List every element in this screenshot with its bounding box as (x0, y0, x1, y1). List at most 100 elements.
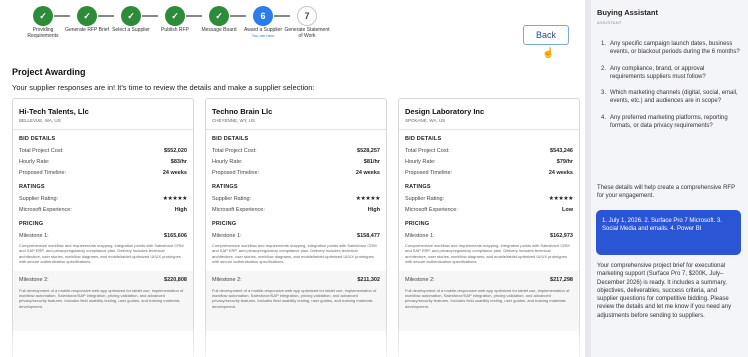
milestone-value: $211,302 (357, 277, 380, 284)
check-icon: ✓ (33, 6, 53, 26)
milestone-value: $165,606 (164, 232, 187, 239)
experience-row: Microsoft Experience: High (212, 204, 380, 215)
experience-value: High (367, 206, 380, 213)
hand-cursor-icon: ☝ (542, 48, 555, 59)
step-publish-rfp[interactable]: ✓ Publish RFP (152, 6, 198, 34)
field-label: Proposed Timeline: (212, 169, 260, 176)
milestone-row: Milestone 1: $158,477 (212, 230, 380, 241)
assistant-questions: 1. Any specific campaign launch dates, bu… (601, 40, 741, 138)
section-heading: PRICING (212, 221, 237, 227)
step-message-board[interactable]: ✓ Message Board (196, 6, 242, 34)
section-heading: BID DETAILS (405, 136, 442, 142)
timeline-value: 24 weeks (548, 169, 573, 176)
assistant-message: These details will help create a compreh… (597, 185, 735, 200)
divider (399, 129, 579, 130)
experience-value: High (174, 206, 187, 213)
list-number: 3. (601, 90, 607, 97)
supplier-location: BELLEVUE, WA, US (19, 118, 61, 123)
milestone-value: $158,477 (357, 232, 380, 239)
supplier-location: CHEYENNE, WY, US (212, 118, 255, 123)
field-label: Milestone 1: (212, 232, 242, 239)
supplier-rating-row: Supplier Rating: ★★★★★ (405, 193, 574, 204)
field-label: Total Project Cost: (19, 147, 64, 154)
milestone-row: Milestone 2: $220,808 (19, 275, 187, 286)
field-label: Total Project Cost: (405, 147, 450, 154)
milestone-row: Milestone 1: $165,606 (19, 230, 187, 241)
step-generate-sow[interactable]: 7 Generate Statement of Work (284, 6, 330, 40)
timeline-row: Proposed Timeline: 24 weeks (19, 167, 187, 178)
list-item: 3. Which marketing channels (digital, soc… (601, 89, 741, 106)
milestone-value: $220,808 (164, 277, 187, 284)
field-label: Milestone 1: (19, 232, 49, 239)
field-label: Microsoft Experience: (212, 206, 265, 213)
hourly-rate-row: Hourly Rate: $83/hr (19, 156, 187, 167)
section-heading: PRICING (405, 221, 430, 227)
milestone-value: $162,973 (550, 232, 573, 239)
timeline-value: 24 weeks (162, 169, 187, 176)
list-item: 1. Any specific campaign launch dates, bu… (601, 40, 741, 57)
supplier-name: Hi-Tech Talents, Llc (19, 107, 89, 116)
field-label: Milestone 2: (405, 277, 435, 284)
total-cost-row: Total Project Cost: $552,020 (19, 145, 187, 156)
star-rating-icon: ★★★★★ (355, 196, 381, 202)
progress-stepper: ✓ Providing Requirements ✓ Generate RFP … (20, 6, 330, 62)
step-generate-rfp-brief[interactable]: ✓ Generate RFP Brief (64, 6, 110, 34)
step-label: Generate RFP Brief (65, 27, 109, 33)
supplier-rating-row: Supplier Rating: ★★★★★ (212, 193, 381, 204)
step-providing-requirements[interactable]: ✓ Providing Requirements (20, 6, 66, 40)
step-award-supplier[interactable]: 6 Award a Supplier You are here (240, 6, 286, 38)
star-rating-icon: ★★★★★ (548, 196, 574, 202)
milestone-description: Comprehensive workflow and requirements … (19, 243, 184, 265)
step-current-note: You are here (251, 32, 275, 38)
hourly-rate-value: $79/hr (556, 158, 573, 165)
assistant-subtitle: ASSISTANT (597, 20, 622, 25)
list-number: 1. (601, 41, 607, 47)
check-icon: ✓ (165, 6, 185, 26)
step-number: 7 (297, 6, 317, 26)
check-icon: ✓ (209, 6, 229, 26)
field-label: Hourly Rate: (405, 158, 436, 165)
list-number: 4. (601, 114, 607, 121)
timeline-value: 24 weeks (355, 169, 380, 176)
experience-value: Low (562, 206, 573, 213)
milestone-description: Comprehensive workflow and requirements … (405, 243, 570, 265)
back-button[interactable]: Back (523, 25, 569, 45)
section-heading: RATINGS (405, 184, 431, 190)
field-label: Supplier Rating: (405, 195, 445, 202)
milestone-row: Milestone 2: $211,302 (212, 275, 380, 286)
field-label: Milestone 1: (405, 232, 435, 239)
hourly-rate-row: Hourly Rate: $79/hr (405, 156, 573, 167)
timeline-row: Proposed Timeline: 24 weeks (405, 167, 573, 178)
field-label: Total Project Cost: (212, 147, 257, 154)
section-heading: PRICING (19, 221, 44, 227)
step-label: Message Board (201, 27, 237, 33)
list-item: 4. Any preferred marketing platforms, rep… (601, 114, 741, 131)
question-text: Any preferred marketing platforms, repor… (610, 114, 728, 129)
step-label: Providing Requirements (27, 27, 59, 39)
field-label: Milestone 2: (19, 277, 49, 284)
star-rating-icon: ★★★★★ (162, 196, 188, 202)
field-label: Proposed Timeline: (19, 169, 67, 176)
page-title: Project Awarding (12, 67, 86, 77)
main-panel: ✓ Providing Requirements ✓ Generate RFP … (0, 0, 585, 357)
experience-row: Microsoft Experience: High (19, 204, 187, 215)
step-label: Generate Statement of Work (284, 27, 330, 39)
total-cost-value: $528,257 (357, 147, 380, 154)
assistant-reply: Your comprehensive project brief for exe… (597, 263, 732, 319)
field-label: Hourly Rate: (19, 158, 50, 165)
supplier-location: SPOKANE, WA, US (405, 118, 446, 123)
list-number: 2. (601, 65, 607, 72)
buying-assistant-panel: Buying Assistant ASSISTANT 1. Any specifi… (591, 0, 748, 357)
step-select-supplier[interactable]: ✓ Select a Supplier (108, 6, 154, 34)
field-label: Proposed Timeline: (405, 169, 453, 176)
timeline-row: Proposed Timeline: 24 weeks (212, 167, 380, 178)
assistant-title: Buying Assistant (597, 8, 658, 17)
question-text: Any compliance, brand, or approval requi… (610, 65, 706, 80)
field-label: Microsoft Experience: (19, 206, 72, 213)
milestone-description: Full development of a mobile-responsive … (19, 287, 184, 309)
question-text: Any specific campaign launch dates, busi… (610, 41, 740, 56)
question-text: Which marketing channels (digital, socia… (610, 90, 738, 105)
section-heading: RATINGS (212, 184, 238, 190)
field-label: Hourly Rate: (212, 158, 243, 165)
hourly-rate-value: $83/hr (170, 158, 187, 165)
